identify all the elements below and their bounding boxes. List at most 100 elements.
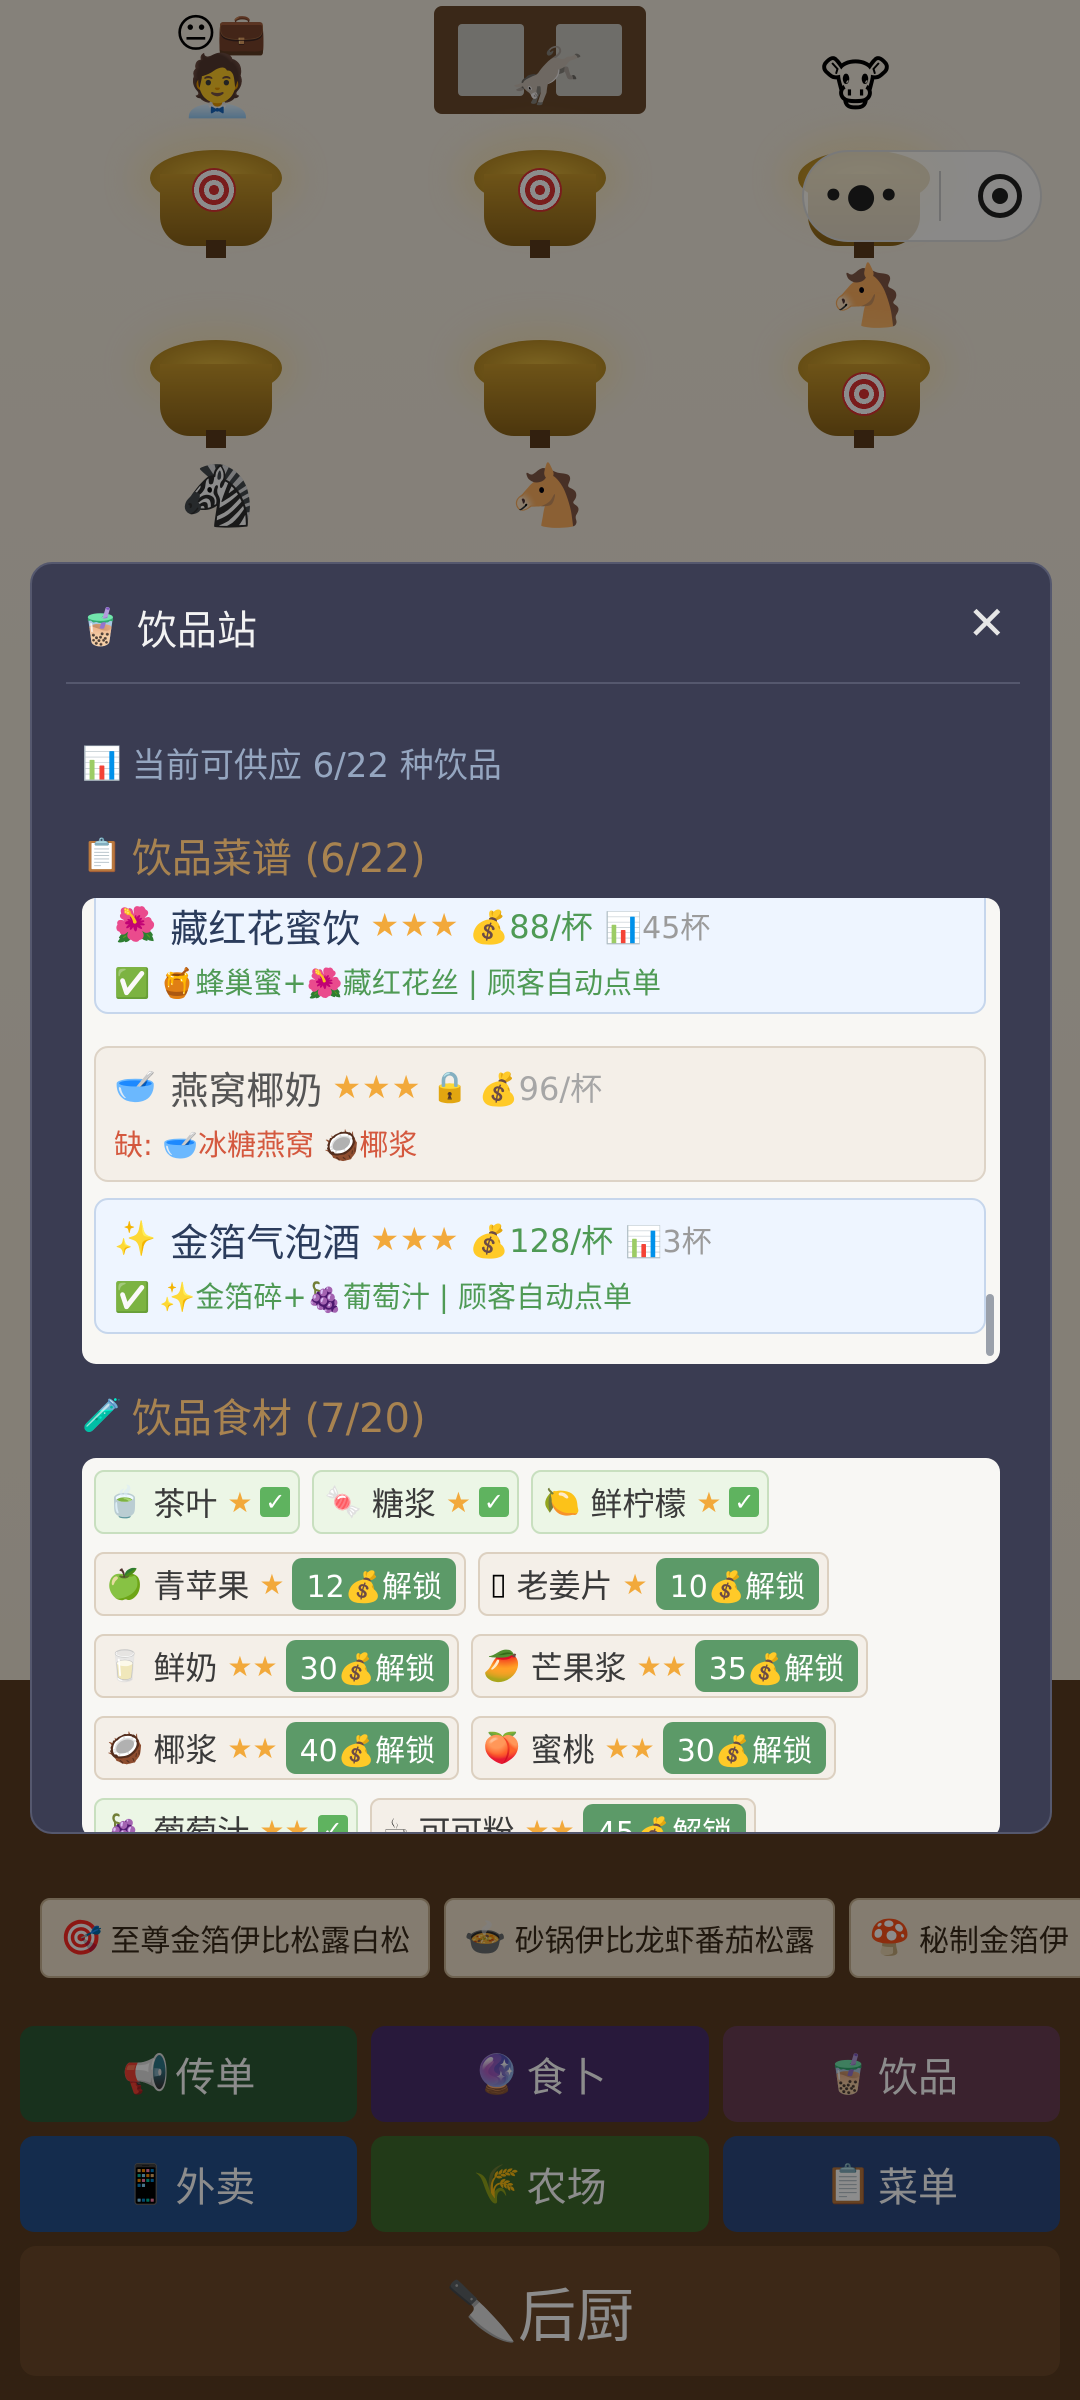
ingredient-name: 可可粉 (418, 1813, 515, 1834)
lock-icon: 🔒 (431, 1069, 469, 1105)
clipboard-icon: 📋 (82, 836, 122, 874)
star-rating: ★★ (227, 1731, 278, 1765)
divider (66, 682, 1020, 684)
star-rating: ★ (227, 1485, 253, 1519)
modal-header: 🧋 饮品站 ✕ (32, 564, 1050, 682)
check-icon: ✓ (478, 1487, 509, 1517)
test-tube-icon: 🧪 (82, 1396, 122, 1434)
star-rating: ★★★ (370, 1220, 460, 1258)
recipe-card[interactable]: 🌺 藏红花蜜饮 ★★★ 💰88/杯 📊45杯 ✅ 🍯蜂巢蜜+🌺藏红花丝 | 顾客自动点单 (94, 898, 986, 1014)
ingredient-icon: ☕ (381, 1812, 409, 1834)
unlock-button[interactable]: 30💰解锁 (285, 1640, 450, 1692)
unlock-button[interactable]: 40💰解锁 (285, 1722, 450, 1774)
ingredient-name: 葡萄汁 (153, 1813, 250, 1834)
recipe-name: 藏红花蜜饮 (170, 906, 361, 951)
drink-station-modal: 🧋 饮品站 ✕ 📊 当前可供应 6/22 种饮品 📋 饮品菜谱 (6/22) ✨… (30, 562, 1052, 1834)
star-rating: ★ (259, 1567, 285, 1601)
recipe-price: 💰88/杯 (469, 908, 593, 946)
ingredients-section-title: 🧪 饮品食材 (7/20) (82, 1386, 426, 1444)
ingredient-chip[interactable]: 🥛 鲜奶 ★★ 30💰解锁 (94, 1634, 460, 1698)
ingredient-icon: 🍋 (542, 1484, 581, 1520)
ingredient-chip[interactable]: 🥭 芒果浆 ★★ 35💰解锁 (471, 1634, 869, 1698)
ingredient-grid: 🍵 茶叶 ★ ✓ 🍬 糖浆 ★ ✓ 🍋 鲜柠檬 ★ ✓ 🍏 青苹果 ★ 12💰解锁 ▯ 老姜片 ★ 10💰解锁 🥛 鲜奶 ★… (94, 1470, 994, 1834)
recipe-icon: ✨ (114, 1219, 157, 1259)
ingredient-row: 🍏 青苹果 ★ 12💰解锁 ▯ 老姜片 ★ 10💰解锁 (94, 1552, 994, 1616)
ingredient-icon: 🍏 (106, 1566, 144, 1602)
star-rating: ★★ (524, 1813, 575, 1834)
ingredient-chip[interactable]: ▯ 老姜片 ★ 10💰解锁 (478, 1552, 830, 1616)
star-rating: ★ (445, 1485, 471, 1519)
close-icon[interactable]: ✕ (967, 600, 1006, 646)
ingredient-row: 🥥 椰浆 ★★ 40💰解锁 🍑 蜜桃 ★★ 30💰解锁 (94, 1716, 994, 1780)
ingredient-name: 老姜片 (516, 1567, 613, 1605)
ingredient-name: 茶叶 (153, 1485, 218, 1523)
ingredient-chip[interactable]: 🍑 蜜桃 ★★ 30💰解锁 (471, 1716, 837, 1780)
unlock-button[interactable]: 45💰解锁 (582, 1804, 747, 1832)
unlock-button[interactable]: 12💰解锁 (292, 1558, 457, 1610)
recipe-price: 💰128/杯 (469, 1222, 614, 1260)
recipe-ingredients: 缺: 🥣冰糖燕窝 🥥椰浆 (114, 1128, 418, 1162)
ingredient-chip: 🍇 葡萄汁 ★★ ✓ (94, 1798, 358, 1834)
ingredient-chip: 🍬 糖浆 ★ ✓ (312, 1470, 519, 1534)
ingredient-name: 糖浆 (371, 1485, 436, 1523)
ingredient-name: 鲜奶 (153, 1649, 218, 1687)
star-rating: ★★ (636, 1649, 687, 1683)
recipe-list[interactable]: ✨ 金箔气泡酒 ★★★ 💰128/杯 📊3杯 ✅ ✨金箔碎+🍇葡萄汁 | 顾客自动点单 🥣 燕… (82, 898, 1000, 1364)
ingredient-icon: 🥥 (106, 1730, 144, 1766)
ingredient-icon: 🥛 (106, 1648, 144, 1684)
recipe-ingredients: ✅ 🍯蜂巢蜜+🌺藏红花丝 | 顾客自动点单 (114, 966, 662, 1000)
modal-title: 🧋 饮品站 (78, 598, 257, 656)
recipes-section-title: 📋 饮品菜谱 (6/22) (82, 826, 426, 884)
ingredient-name: 芒果浆 (530, 1649, 627, 1687)
unlock-button[interactable]: 10💰解锁 (655, 1558, 820, 1610)
unlock-button[interactable]: 35💰解锁 (694, 1640, 859, 1692)
star-rating: ★★ (227, 1649, 278, 1683)
check-icon: ✓ (729, 1487, 760, 1517)
recipe-header: 🌺 藏红花蜜饮 ★★★ 💰88/杯 📊45杯 (114, 900, 966, 951)
ingredient-icon: 🍇 (106, 1812, 144, 1834)
star-rating: ★★★ (370, 906, 460, 944)
star-rating: ★★★ (332, 1068, 422, 1106)
cups-sold: 📊45杯 (604, 911, 711, 946)
star-rating: ★★ (259, 1813, 310, 1834)
ingredient-name: 椰浆 (153, 1731, 218, 1769)
scrollbar[interactable] (986, 1294, 994, 1356)
recipe-name: 燕窝椰奶 (170, 1068, 323, 1113)
recipe-icon: 🌺 (114, 905, 157, 945)
recipe-card[interactable]: ✨ 金箔气泡酒 ★★★ 💰128/杯 📊3杯 ✅ ✨金箔碎+🍇葡萄汁 | 顾客自动点单 (94, 1198, 986, 1334)
ingredient-chip[interactable]: 🍏 青苹果 ★ 12💰解锁 (94, 1552, 467, 1616)
chart-icon: 📊 (82, 743, 122, 782)
recipe-name: 金箔气泡酒 (170, 1220, 361, 1265)
star-rating: ★ (696, 1485, 722, 1519)
ingredient-name: 青苹果 (153, 1567, 250, 1605)
ingredient-chip: 🍋 鲜柠檬 ★ ✓ (530, 1470, 770, 1534)
ingredient-name: 鲜柠檬 (590, 1485, 687, 1523)
modal-title-text: 饮品站 (136, 608, 257, 654)
ingredient-row: 🍵 茶叶 ★ ✓ 🍬 糖浆 ★ ✓ 🍋 鲜柠檬 ★ ✓ (94, 1470, 994, 1534)
ingredient-icon: ▯ (490, 1566, 507, 1602)
ingredient-chip[interactable]: ☕ 可可粉 ★★ 45💰解锁 (369, 1798, 757, 1834)
supply-text: 当前可供应 6/22 种饮品 (131, 746, 502, 786)
star-rating: ★ (622, 1567, 648, 1601)
ingredient-icon: 🍬 (324, 1484, 362, 1520)
recipe-header: ✨ 金箔气泡酒 ★★★ 💰128/杯 📊3杯 (114, 1214, 966, 1265)
ingredient-icon: 🥭 (483, 1648, 521, 1684)
ingredient-list[interactable]: 🍵 茶叶 ★ ✓ 🍬 糖浆 ★ ✓ 🍋 鲜柠檬 ★ ✓ 🍏 青苹果 ★ 12💰解锁 ▯ 老姜片 ★ 10💰解锁 🥛 鲜奶 ★… (82, 1458, 1000, 1834)
ingredient-row: 🥛 鲜奶 ★★ 30💰解锁 🥭 芒果浆 ★★ 35💰解锁 (94, 1634, 994, 1698)
ingredient-chip[interactable]: 🥥 椰浆 ★★ 40💰解锁 (94, 1716, 460, 1780)
ingredient-icon: 🍵 (106, 1484, 144, 1520)
check-icon: ✓ (317, 1815, 348, 1832)
recipes-title-text: 饮品菜谱 (6/22) (131, 836, 426, 882)
recipe-card[interactable]: 🥣 燕窝椰奶 ★★★ 🔒 💰96/杯缺: 🥣冰糖燕窝 🥥椰浆 (94, 1046, 986, 1182)
star-rating: ★★ (604, 1731, 655, 1765)
ingredients-title-text: 饮品食材 (7/20) (131, 1396, 426, 1442)
recipe-header: 🥣 燕窝椰奶 ★★★ 🔒 💰96/杯 (114, 1062, 966, 1113)
ingredient-row: 🍇 葡萄汁 ★★ ✓ ☕ 可可粉 ★★ 45💰解锁 (94, 1798, 994, 1834)
ingredient-name: 蜜桃 (530, 1731, 595, 1769)
unlock-button[interactable]: 30💰解锁 (662, 1722, 827, 1774)
supply-summary: 📊 当前可供应 6/22 种饮品 (82, 738, 502, 787)
check-icon: ✓ (260, 1487, 291, 1517)
recipe-ingredients: ✅ ✨金箔碎+🍇葡萄汁 | 顾客自动点单 (114, 1280, 633, 1314)
bubble-tea-icon: 🧋 (78, 607, 123, 648)
recipe-price: 💰96/杯 (478, 1070, 603, 1108)
